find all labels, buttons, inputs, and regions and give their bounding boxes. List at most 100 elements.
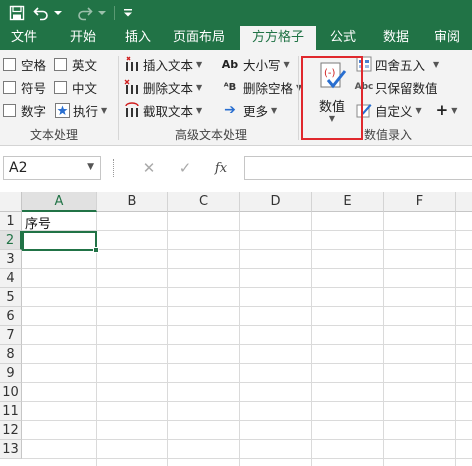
- insert-text-label: 插入文本: [143, 57, 194, 73]
- active-cell-a2[interactable]: [22, 231, 97, 251]
- row-header[interactable]: 5: [0, 288, 22, 307]
- round-label: 四舍五入: [375, 57, 426, 73]
- name-box[interactable]: A2 ▼: [3, 156, 101, 180]
- undo-icon[interactable]: [30, 0, 52, 26]
- grid-line: [455, 212, 456, 466]
- checkbox-chinese[interactable]: 中文: [54, 77, 97, 97]
- row-header[interactable]: 12: [0, 421, 22, 440]
- chevron-down-icon: ▼: [328, 114, 336, 123]
- redo-icon[interactable]: [74, 0, 96, 26]
- keep-value-button[interactable]: Abc 只保留数值: [355, 77, 438, 97]
- case-ab-icon: Ab: [221, 57, 239, 71]
- extract-text-button[interactable]: 截取文本 ▼: [124, 100, 202, 120]
- row-header[interactable]: 2: [0, 231, 22, 250]
- insert-function-icon[interactable]: fx: [203, 161, 239, 176]
- svg-text:(-): (-): [324, 68, 336, 79]
- tab-insert[interactable]: 插入: [118, 26, 158, 50]
- case-button[interactable]: Ab 大小写 ▼: [220, 54, 290, 74]
- delete-text-label: 删除文本: [143, 80, 194, 96]
- tab-file[interactable]: 文件: [0, 26, 48, 50]
- cancel-icon[interactable]: ✕: [131, 159, 167, 177]
- row-header[interactable]: 3: [0, 250, 22, 269]
- column-header-overflow[interactable]: [456, 192, 472, 212]
- group-label-advanced: 高级文本处理: [175, 128, 248, 142]
- checkbox-english[interactable]: 英文: [54, 54, 97, 74]
- row-header[interactable]: 10: [0, 383, 22, 402]
- value-big-button[interactable]: (-) 数值 ▼: [301, 56, 363, 140]
- more-label: 更多: [243, 103, 269, 119]
- extract-text-icon: [124, 102, 140, 118]
- chevron-down-icon[interactable]: ▼: [87, 162, 94, 172]
- chevron-down-icon: ▼: [451, 105, 458, 115]
- checkbox-box[interactable]: [3, 103, 16, 117]
- checkbox-label: 符号: [21, 80, 47, 96]
- add-icon[interactable]: +: [436, 101, 449, 119]
- checkbox-number[interactable]: 数字: [3, 100, 46, 120]
- tab-data[interactable]: 数据: [370, 26, 422, 50]
- column-header-a[interactable]: A: [22, 192, 97, 212]
- undo-dropdown-icon[interactable]: [52, 0, 64, 26]
- row-header[interactable]: 9: [0, 364, 22, 383]
- custom-button[interactable]: 自定义 ▼ + ▼: [356, 100, 457, 120]
- grid-line: [22, 363, 472, 364]
- round-button[interactable]: 四舍五入 ▼: [356, 54, 439, 74]
- arrow-right-icon: ➔: [224, 102, 236, 118]
- row-header[interactable]: 6: [0, 307, 22, 326]
- value-big-button-label: 数值: [318, 100, 345, 115]
- save-icon[interactable]: [4, 0, 30, 26]
- execute-star-icon: [54, 102, 70, 118]
- delete-space-button[interactable]: ᴬB 删除空格 ▼: [220, 77, 302, 97]
- execute-button[interactable]: 执行 ▼: [54, 100, 107, 120]
- checkbox-label: 数字: [21, 103, 47, 119]
- column-header-d[interactable]: D: [240, 192, 312, 212]
- tab-formulas[interactable]: 公式: [316, 26, 370, 50]
- tab-review[interactable]: 审阅: [422, 26, 472, 50]
- tab-page-layout[interactable]: 页面布局: [158, 26, 240, 50]
- qat-divider: [114, 6, 115, 20]
- column-header-e[interactable]: E: [312, 192, 384, 212]
- cell-a1[interactable]: 序号: [25, 213, 51, 232]
- checkbox-box[interactable]: [54, 57, 67, 71]
- group-label-values: 数值录入: [364, 128, 413, 142]
- grid-line: [311, 212, 312, 466]
- checkbox-box[interactable]: [54, 80, 67, 94]
- formula-input[interactable]: [244, 156, 472, 180]
- grid-line: [22, 268, 472, 269]
- delete-text-button[interactable]: 删除文本 ▼: [124, 77, 202, 97]
- checkbox-symbol[interactable]: 符号: [3, 77, 46, 97]
- grid-line: [22, 325, 472, 326]
- fill-handle[interactable]: [93, 247, 99, 253]
- chevron-down-icon: ▼: [433, 59, 440, 69]
- row-header[interactable]: 8: [0, 345, 22, 364]
- insert-text-button[interactable]: 插入文本 ▼: [124, 54, 202, 74]
- customize-qat-icon[interactable]: [121, 0, 135, 26]
- column-header-b[interactable]: B: [97, 192, 168, 212]
- delete-text-icon: [124, 79, 140, 95]
- checkbox-box[interactable]: [3, 80, 16, 94]
- row-header[interactable]: 7: [0, 326, 22, 345]
- grid-line: [22, 287, 472, 288]
- tab-home[interactable]: 开始: [48, 26, 118, 50]
- checkbox-space[interactable]: 空格: [3, 54, 46, 74]
- row-header[interactable]: 4: [0, 269, 22, 288]
- select-all-corner[interactable]: [0, 192, 22, 212]
- enter-check-icon[interactable]: ✓: [167, 159, 203, 177]
- row-header[interactable]: 13: [0, 440, 22, 459]
- chevron-down-icon: ▼: [196, 59, 203, 69]
- more-button[interactable]: ➔ 更多 ▼: [220, 100, 277, 120]
- checkbox-box[interactable]: [3, 57, 16, 71]
- column-header-f[interactable]: F: [384, 192, 456, 212]
- extract-text-label: 截取文本: [143, 103, 194, 119]
- row-header[interactable]: 11: [0, 402, 22, 421]
- keep-value-label: 只保留数值: [375, 80, 438, 96]
- ribbon-tabs: 文件 开始 插入 页面布局 方方格子 公式 数据 审阅: [0, 26, 472, 50]
- grid-line: [22, 382, 472, 383]
- custom-label: 自定义: [375, 103, 413, 119]
- formula-bar-grip[interactable]: [113, 159, 116, 177]
- checkbox-label: 中文: [72, 80, 98, 96]
- tab-fangfange[interactable]: 方方格子: [240, 26, 316, 50]
- row-header[interactable]: 1: [0, 212, 22, 231]
- column-header-c[interactable]: C: [168, 192, 240, 212]
- redo-dropdown-icon[interactable]: [96, 0, 108, 26]
- grid-line: [22, 344, 472, 345]
